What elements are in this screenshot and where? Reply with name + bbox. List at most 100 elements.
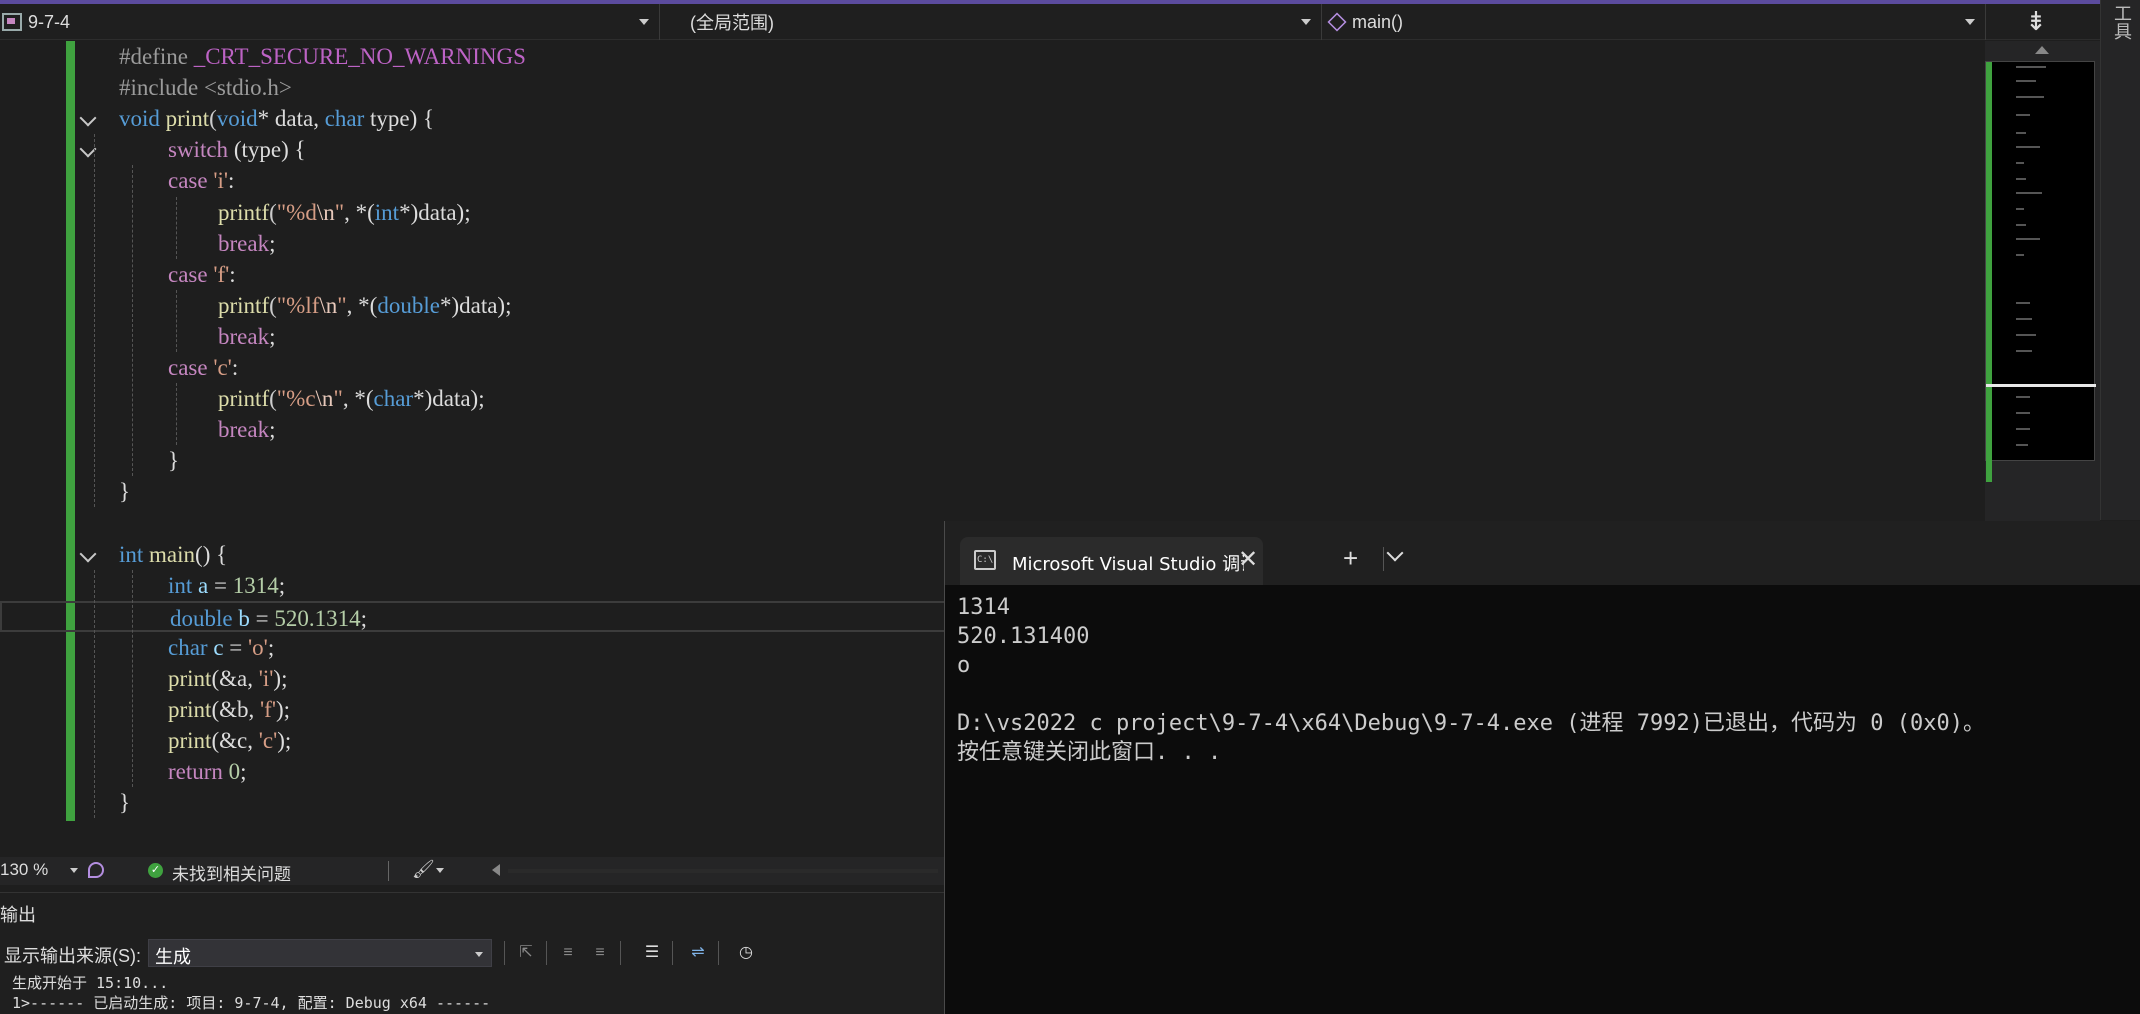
minimap-line bbox=[2016, 412, 2030, 414]
output-panel-title: 输出 bbox=[0, 905, 36, 925]
debug-console-window[interactable]: C:\ Microsoft Visual Studio 调试控制台 ✕ + 13… bbox=[944, 521, 2140, 1014]
code-text: printf("%d\n", *(int*)data); bbox=[218, 197, 471, 228]
code-token: void bbox=[216, 106, 258, 132]
console-title-bar[interactable]: C:\ Microsoft Visual Studio 调试控制台 ✕ + bbox=[945, 521, 2140, 585]
scroll-left-icon[interactable] bbox=[492, 864, 500, 876]
code-line[interactable]: void print(void* data, char type) { bbox=[0, 103, 1985, 134]
chevron-down-icon[interactable] bbox=[70, 868, 78, 873]
code-token: (&a, bbox=[211, 666, 259, 691]
minimap-line bbox=[2016, 162, 2024, 164]
toolbar-separator bbox=[504, 941, 505, 965]
code-token: ); bbox=[275, 697, 291, 723]
intellicode-icon[interactable] bbox=[88, 862, 104, 878]
code-token: (&c, bbox=[211, 728, 259, 754]
code-text: print(&c, 'c'); bbox=[168, 725, 291, 756]
scope-dropdown[interactable]: (全局范围) bbox=[660, 4, 1322, 40]
code-token: #include bbox=[119, 75, 199, 101]
minimap-line bbox=[2016, 80, 2036, 82]
minimap-line bbox=[2016, 208, 2024, 210]
chevron-down-icon bbox=[1965, 19, 1975, 25]
code-token: ( bbox=[209, 106, 217, 132]
indent-guide bbox=[176, 196, 177, 259]
code-line[interactable]: break; bbox=[0, 414, 1985, 445]
toolbox-side-tab[interactable]: 工具 bbox=[2100, 0, 2140, 520]
code-token: ); bbox=[277, 728, 292, 754]
console-tab[interactable]: C:\ Microsoft Visual Studio 调试控制台 ✕ bbox=[960, 537, 1263, 585]
minimap-scrollbar[interactable] bbox=[1985, 41, 2100, 521]
clock-icon[interactable]: ◷ bbox=[734, 941, 758, 965]
function-name: main() bbox=[1352, 11, 1404, 32]
code-line[interactable]: } bbox=[0, 476, 1985, 507]
word-wrap-icon[interactable]: ⇌ bbox=[686, 941, 710, 965]
chevron-down-icon[interactable] bbox=[1386, 544, 1404, 562]
project-dropdown[interactable]: 9-7-4 bbox=[0, 4, 660, 40]
code-token: : bbox=[231, 355, 239, 380]
code-text: printf("%lf\n", *(double*)data); bbox=[218, 290, 511, 321]
code-token: (type) { bbox=[228, 137, 306, 163]
code-line[interactable]: case 'c': bbox=[0, 352, 1985, 383]
minimap[interactable] bbox=[1985, 61, 2096, 482]
indent-guide bbox=[132, 569, 133, 788]
split-view-button[interactable]: ⇟ bbox=[1986, 4, 2086, 39]
function-dropdown[interactable]: main() bbox=[1322, 4, 1986, 40]
code-token: \n bbox=[315, 386, 334, 412]
code-line[interactable]: } bbox=[0, 445, 1985, 476]
chevron-down-icon bbox=[1301, 19, 1311, 25]
code-cleanup-icon[interactable]: 🖌 bbox=[412, 859, 435, 880]
output-line: 生成开始于 15:10... bbox=[12, 974, 169, 992]
fold-toggle-icon[interactable] bbox=[79, 545, 97, 563]
code-token: *)data); bbox=[413, 386, 485, 412]
console-line: 1314 bbox=[957, 595, 1010, 620]
code-text: printf("%c\n", *(char*)data); bbox=[218, 383, 485, 414]
minimap-line bbox=[2016, 302, 2030, 304]
code-line[interactable]: printf("%c\n", *(char*)data); bbox=[0, 383, 1985, 414]
output-source-select[interactable]: 生成 bbox=[148, 939, 492, 967]
code-token: 'c' bbox=[258, 728, 278, 754]
fold-toggle-icon[interactable] bbox=[79, 109, 97, 127]
output-text[interactable]: 生成开始于 15:10... 1>------ 已启动生成: 项目: 9-7-4,… bbox=[12, 973, 490, 1013]
zoom-level[interactable]: 130 % bbox=[0, 860, 48, 880]
code-text: switch (type) { bbox=[168, 134, 306, 165]
code-line[interactable]: #include <stdio.h> bbox=[0, 72, 1985, 103]
code-token: 'i' bbox=[258, 666, 274, 691]
issues-status[interactable]: 未找到相关问题 bbox=[172, 860, 291, 885]
scroll-up-icon[interactable] bbox=[2035, 46, 2049, 54]
next-icon[interactable]: ≡ bbox=[588, 941, 612, 965]
code-line[interactable]: case 'f': bbox=[0, 259, 1985, 290]
chevron-down-icon[interactable] bbox=[436, 868, 444, 873]
code-line[interactable]: case 'i': bbox=[0, 165, 1985, 196]
code-token: 'c' bbox=[207, 355, 232, 380]
code-line[interactable]: break; bbox=[0, 228, 1985, 259]
close-icon[interactable]: ✕ bbox=[1238, 545, 1258, 574]
code-text: case 'c': bbox=[168, 352, 238, 383]
goto-previous-message-icon[interactable]: ⇱ bbox=[514, 941, 538, 965]
code-token: c bbox=[207, 634, 224, 660]
console-output[interactable]: 1314 520.131400 o D:\vs2022 c project\9-7-… bbox=[957, 593, 1985, 767]
code-line[interactable]: break; bbox=[0, 321, 1985, 352]
minimap-line bbox=[2016, 350, 2032, 352]
code-line[interactable]: printf("%lf\n", *(double*)data); bbox=[0, 290, 1985, 321]
toolbar-separator bbox=[620, 941, 621, 965]
minimap-viewport-marker[interactable] bbox=[1986, 384, 2096, 387]
console-line: D:\vs2022 c project\9-7-4\x64\Debug\9-7-… bbox=[957, 711, 1985, 736]
chevron-down-icon bbox=[639, 19, 649, 25]
horizontal-scrollbar[interactable] bbox=[508, 869, 938, 873]
code-token: 1314 bbox=[232, 572, 279, 598]
minimap-line bbox=[2016, 428, 2030, 430]
code-text: #define _CRT_SECURE_NO_WARNINGS bbox=[119, 41, 526, 72]
code-line[interactable]: printf("%d\n", *(int*)data); bbox=[0, 197, 1985, 228]
code-token: break bbox=[218, 417, 270, 443]
code-token: print bbox=[168, 666, 212, 691]
code-line[interactable]: #define _CRT_SECURE_NO_WARNINGS bbox=[0, 41, 1985, 72]
clear-all-icon[interactable]: ☰ bbox=[640, 941, 664, 965]
code-token: ; bbox=[269, 417, 276, 443]
new-tab-button[interactable]: + bbox=[1343, 545, 1358, 571]
minimap-line bbox=[2016, 224, 2026, 226]
code-line[interactable]: switch (type) { bbox=[0, 134, 1985, 165]
code-token: () { bbox=[195, 541, 228, 567]
indent-guide bbox=[132, 165, 133, 477]
toolbar-separator bbox=[546, 941, 547, 965]
code-token: ( bbox=[269, 199, 277, 225]
previous-icon[interactable]: ≡ bbox=[556, 941, 580, 965]
console-line: o bbox=[957, 653, 971, 678]
